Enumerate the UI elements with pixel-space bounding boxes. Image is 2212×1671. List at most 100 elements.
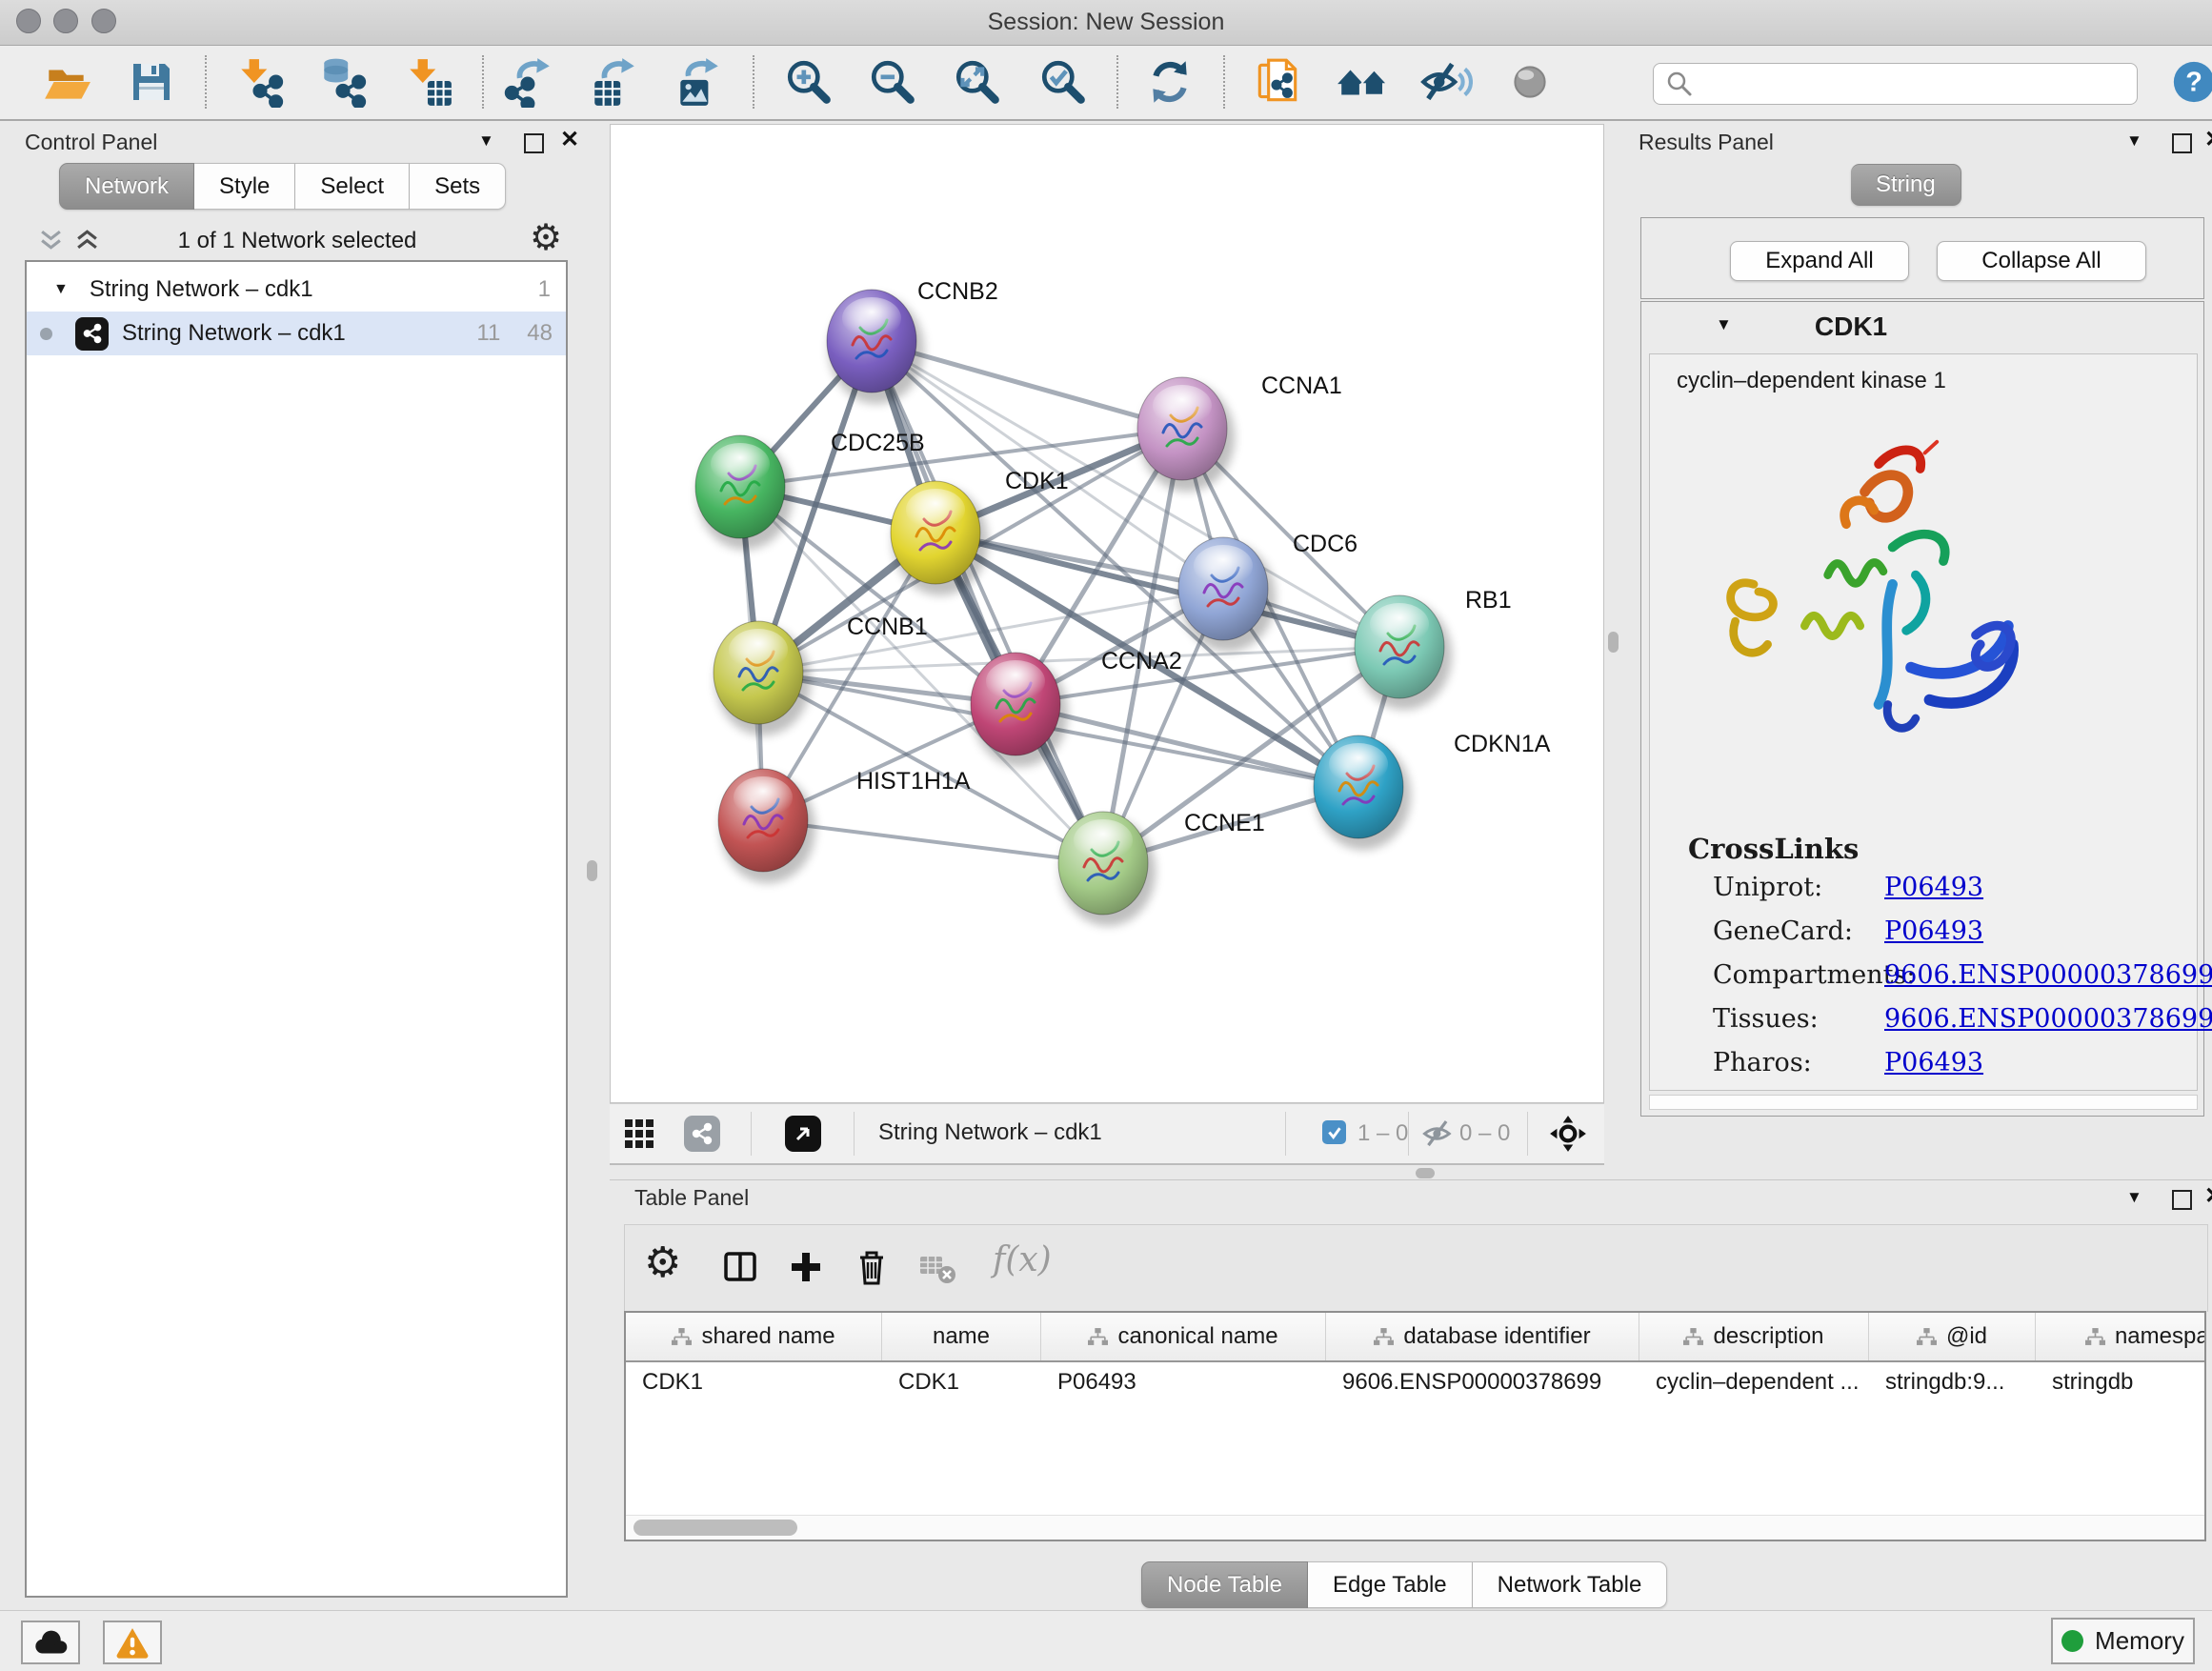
table-cell[interactable]: CDK1 bbox=[882, 1362, 1041, 1402]
help-button[interactable]: ? bbox=[2166, 53, 2212, 111]
string-home-button[interactable] bbox=[1335, 53, 1390, 111]
cloud-button[interactable] bbox=[21, 1621, 80, 1664]
selected-checkbox-icon[interactable] bbox=[1322, 1120, 1346, 1144]
add-column-icon[interactable] bbox=[789, 1250, 823, 1284]
column-header-description[interactable]: description bbox=[1639, 1313, 1869, 1360]
search-input[interactable] bbox=[1701, 70, 2137, 98]
control-panel-maximize-icon[interactable] bbox=[524, 133, 544, 153]
column-header-database-identifier[interactable]: database identifier bbox=[1326, 1313, 1639, 1360]
tab-node-table[interactable]: Node Table bbox=[1141, 1561, 1308, 1608]
gear-icon[interactable]: ⚙ bbox=[530, 216, 562, 259]
left-splitter-handle[interactable] bbox=[587, 860, 597, 881]
birds-eye-icon[interactable] bbox=[684, 1116, 720, 1152]
crosslink-value-link[interactable]: P06493 bbox=[1884, 1048, 1983, 1077]
tab-network[interactable]: Network bbox=[59, 163, 194, 210]
node-CCNB2[interactable]: CCNB2 bbox=[827, 278, 998, 404]
import-network-database-button[interactable] bbox=[315, 53, 371, 111]
crosslink-label: Uniprot: bbox=[1713, 873, 1822, 902]
crosshair-icon[interactable] bbox=[1548, 1114, 1588, 1154]
tab-style[interactable]: Style bbox=[194, 163, 295, 210]
crosslink-value-link[interactable]: P06493 bbox=[1884, 873, 1983, 902]
expand-all-button[interactable]: Expand All bbox=[1730, 241, 1909, 281]
table-cell[interactable]: stringdb bbox=[2036, 1362, 2206, 1402]
table-cell[interactable]: P06493 bbox=[1041, 1362, 1326, 1402]
table-panel-close-icon[interactable]: ✕ bbox=[2204, 1182, 2212, 1210]
results-panel-float-icon[interactable]: ▼ bbox=[2126, 131, 2142, 151]
open-session-button[interactable] bbox=[39, 53, 94, 111]
collapse-all-button[interactable]: Collapse All bbox=[1937, 241, 2146, 281]
zoom-selected-button[interactable] bbox=[1036, 53, 1091, 111]
crosslink-value-link[interactable]: 9606.ENSP00000378699 bbox=[1884, 1004, 2212, 1034]
tree-caret-icon[interactable]: ▼ bbox=[53, 281, 69, 298]
table-cell[interactable]: cyclin–dependent ... bbox=[1639, 1362, 1869, 1402]
table-cell[interactable]: CDK1 bbox=[626, 1362, 882, 1402]
split-columns-icon[interactable] bbox=[722, 1250, 758, 1284]
node-CDKN1A[interactable]: CDKN1A bbox=[1314, 731, 1551, 850]
export-image-button[interactable] bbox=[671, 53, 726, 111]
help-icon: ? bbox=[2170, 58, 2212, 106]
tab-select[interactable]: Select bbox=[295, 163, 410, 210]
control-panel-float-icon[interactable]: ▼ bbox=[478, 131, 494, 151]
node-CCNA1[interactable]: CCNA1 bbox=[1137, 372, 1342, 492]
table-cell[interactable]: 9606.ENSP00000378699 bbox=[1326, 1362, 1639, 1402]
control-panel-close-icon[interactable]: ✕ bbox=[560, 126, 579, 153]
node-CDC6[interactable]: CDC6 bbox=[1178, 531, 1357, 652]
table-panel-maximize-icon[interactable] bbox=[2172, 1190, 2192, 1210]
node-CDK1[interactable]: CDK1 bbox=[891, 468, 1069, 595]
column-header-name[interactable]: name bbox=[882, 1313, 1041, 1360]
footer-divider bbox=[751, 1112, 752, 1156]
results-panel-close-icon[interactable]: ✕ bbox=[2204, 126, 2212, 153]
column-header-canonical-name[interactable]: canonical name bbox=[1041, 1313, 1326, 1360]
detach-view-icon[interactable] bbox=[785, 1116, 821, 1152]
export-network-button[interactable] bbox=[502, 53, 557, 111]
column-header-@id[interactable]: @id bbox=[1869, 1313, 2036, 1360]
results-panel-maximize-icon[interactable] bbox=[2172, 133, 2192, 153]
zoom-out-button[interactable] bbox=[865, 53, 920, 111]
protein-scrollbar-track[interactable] bbox=[1649, 1095, 2198, 1110]
tab-edge-table[interactable]: Edge Table bbox=[1308, 1561, 1473, 1608]
zoom-in-button[interactable] bbox=[781, 53, 836, 111]
table-panel-float-icon[interactable]: ▼ bbox=[2126, 1188, 2142, 1207]
crosslink-value-link[interactable]: 9606.ENSP00000378699 bbox=[1884, 960, 2212, 990]
memory-button[interactable]: Memory bbox=[2051, 1618, 2195, 1664]
node-CCNB1[interactable]: CCNB1 bbox=[714, 614, 928, 735]
right-splitter-handle[interactable] bbox=[1608, 632, 1619, 653]
warning-icon bbox=[115, 1626, 150, 1659]
file-share-button[interactable] bbox=[1250, 53, 1305, 111]
export-table-button[interactable] bbox=[587, 53, 642, 111]
tab-sets[interactable]: Sets bbox=[410, 163, 506, 210]
save-session-button[interactable] bbox=[124, 53, 179, 111]
tab-string[interactable]: String bbox=[1851, 164, 1961, 206]
table-settings-gear-icon[interactable]: ⚙ bbox=[644, 1238, 681, 1287]
column-header-namespace[interactable]: namespace bbox=[2036, 1313, 2206, 1360]
network-canvas[interactable]: CCNB2CCNA1CDC25BCDK1CDC6RB1CCNB1CCNA2CDK… bbox=[610, 124, 1604, 1103]
node-RB1[interactable]: RB1 bbox=[1355, 587, 1512, 710]
crosslink-value-link[interactable]: P06493 bbox=[1884, 916, 1983, 946]
network-row[interactable]: String Network – cdk1 11 48 bbox=[27, 312, 566, 355]
network-collection-row[interactable]: ▼ String Network – cdk1 1 bbox=[27, 268, 566, 312]
node-table: shared namenamecanonical namedatabase id… bbox=[624, 1311, 2206, 1541]
node-CCNE1[interactable]: CCNE1 bbox=[1058, 810, 1265, 926]
refresh-button[interactable] bbox=[1142, 53, 1197, 111]
table-cell[interactable]: stringdb:9... bbox=[1869, 1362, 2036, 1402]
table-hscrollbar-thumb[interactable] bbox=[633, 1520, 797, 1536]
hide-images-button[interactable] bbox=[1418, 53, 1474, 111]
bottom-splitter-handle[interactable] bbox=[1416, 1168, 1435, 1178]
import-network-icon bbox=[234, 56, 286, 108]
node-HIST1H1A[interactable]: HIST1H1A bbox=[718, 768, 971, 883]
warnings-button[interactable] bbox=[103, 1621, 162, 1664]
toolbar-search[interactable] bbox=[1653, 63, 2138, 105]
delete-column-trash-icon[interactable] bbox=[854, 1248, 890, 1286]
table-hscrollbar-track[interactable] bbox=[626, 1515, 2204, 1540]
hidden-eye-icon[interactable] bbox=[1421, 1117, 1456, 1150]
protein-result-box: ▼ CDK1 cyclin–dependent kinase 1 bbox=[1640, 301, 2204, 1117]
import-network-file-button[interactable] bbox=[232, 53, 288, 111]
show-images-button[interactable] bbox=[1502, 53, 1558, 111]
table-row[interactable]: CDK1CDK1P064939606.ENSP00000378699cyclin… bbox=[626, 1362, 2204, 1402]
zoom-fit-button[interactable] bbox=[950, 53, 1005, 111]
open-folder-icon bbox=[41, 56, 92, 108]
column-header-shared-name[interactable]: shared name bbox=[626, 1313, 882, 1360]
tab-network-table[interactable]: Network Table bbox=[1473, 1561, 1668, 1608]
import-table-file-button[interactable] bbox=[401, 53, 456, 111]
grid-view-icon[interactable] bbox=[625, 1119, 654, 1149]
